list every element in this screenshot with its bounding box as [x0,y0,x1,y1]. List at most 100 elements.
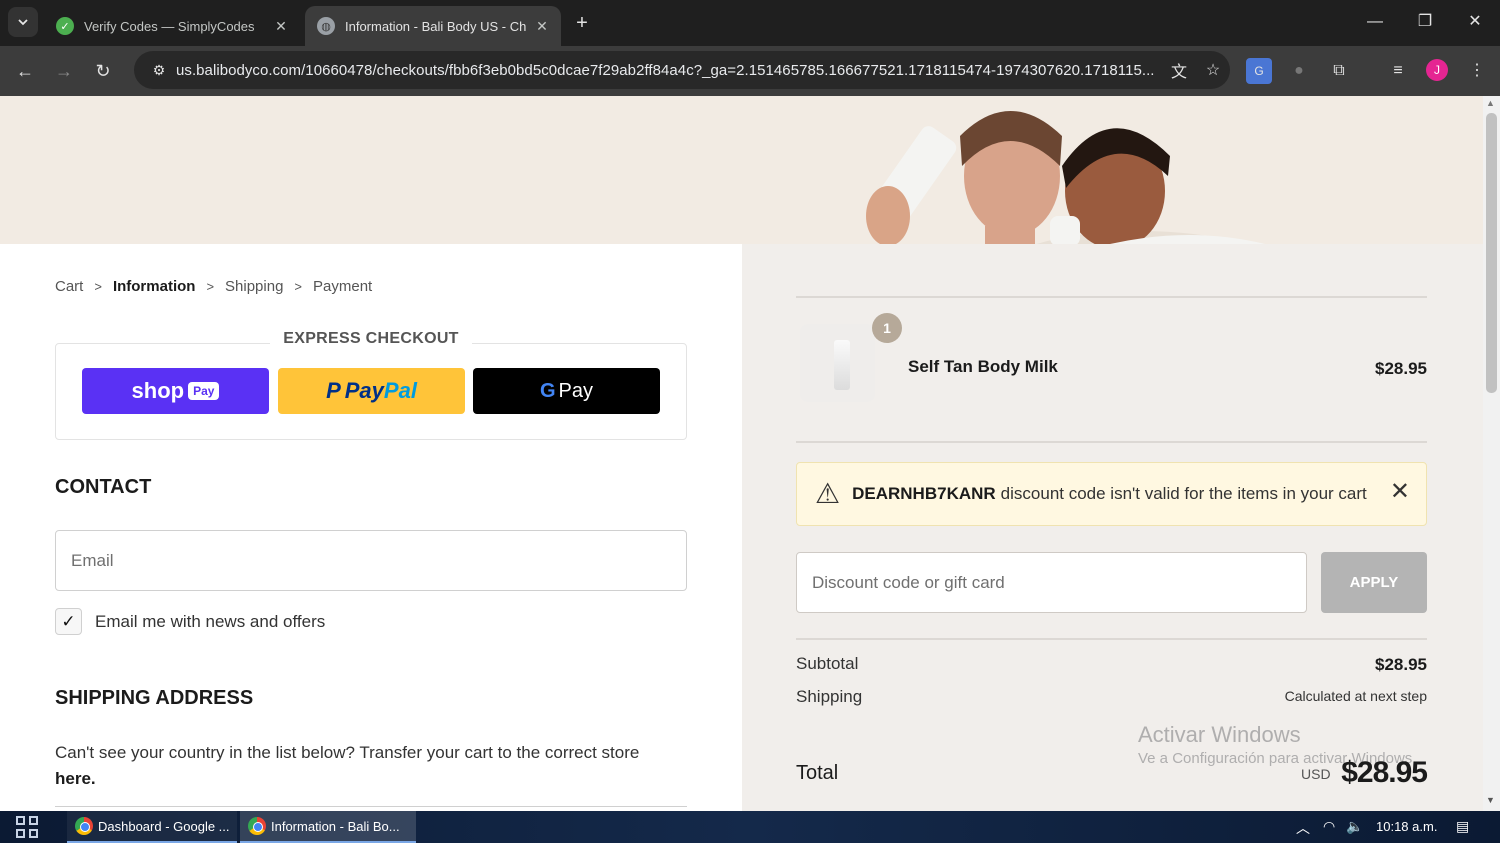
express-checkout-box: shop Pay P Pay Pal G Pay [55,343,687,440]
taskbar-item-dashboard[interactable]: Dashboard - Google ... [67,811,237,843]
product-price: $28.95 [1375,359,1427,378]
shop-pay-badge: Pay [188,382,220,400]
subtotal-value: $28.95 [1375,655,1427,674]
browser-toolbar: ← → ↻ ⚙ us.balibodyco.com/10660478/check… [0,46,1500,96]
breadcrumb-payment: Payment [313,278,373,295]
divider [796,638,1427,640]
windows-activation-title: Activar Windows [1138,722,1301,747]
extension-icon[interactable]: ● [1286,58,1312,84]
subtotal-label: Subtotal [796,654,859,673]
divider [796,296,1427,298]
extensions-puzzle-icon[interactable]: ⧉ [1326,58,1352,84]
notifications-icon[interactable]: ▤ [1456,818,1469,835]
express-checkout-title: EXPRESS CHECKOUT [270,330,472,348]
breadcrumb-information: Information [112,278,196,295]
breadcrumb: Cart > Information > Shipping > Payment [55,278,372,295]
newsletter-option[interactable]: ✓ Email me with news and offers [55,608,325,635]
chrome-icon [75,817,93,835]
close-tab-icon[interactable]: ✕ [270,18,292,35]
scrollbar-thumb[interactable] [1486,113,1497,393]
google-pay-button[interactable]: G Pay [473,368,660,414]
translate-icon[interactable]: 文 [1162,58,1196,82]
checkout-page: Cart > Information > Shipping > Payment … [0,96,1483,811]
tab-balibody[interactable]: ◍ Information - Bali Body US - Ch ✕ [305,6,561,46]
quantity-badge: 1 [872,313,902,343]
page-scrollbar[interactable]: ▲ ▼ [1483,96,1500,811]
hero-image [0,96,1483,244]
paypal-label-pay: Pay [344,378,384,403]
discount-error-alert: ⚠ DEARNHB7KANR discount code isn't valid… [796,462,1427,526]
tab-title: Verify Codes — SimplyCodes [84,18,255,34]
back-button[interactable]: ← [11,57,39,85]
transfer-store-link[interactable]: here. [55,769,96,788]
order-summary-column: 1 Self Tan Body Milk $28.95 ⚠ DEARNHB7KA… [742,244,1483,811]
total-currency: USD [1301,766,1331,782]
discount-code: DEARNHB7KANR [852,484,996,503]
discount-code-input[interactable] [796,552,1307,613]
divider [796,441,1427,443]
breadcrumb-cart[interactable]: Cart [55,278,83,295]
product-bottle-image [834,340,850,390]
scroll-down-icon[interactable]: ▼ [1486,795,1495,805]
taskbar-clock[interactable]: 10:18 a.m. [1376,819,1437,834]
windows-taskbar: Dashboard - Google ... Information - Bal… [0,811,1500,843]
contact-heading: CONTACT [55,476,152,498]
shop-pay-button[interactable]: shop Pay [82,368,269,414]
paypal-button[interactable]: P Pay Pal [278,368,465,414]
chevron-down-icon [18,19,28,26]
new-tab-button[interactable]: + [568,10,596,38]
menu-kebab-icon[interactable]: ⋮ [1464,58,1490,84]
profile-avatar[interactable]: J [1426,59,1448,81]
reload-button[interactable]: ↻ [89,57,117,85]
breadcrumb-shipping: Shipping [225,278,284,295]
chevron-right-icon: > [94,279,102,294]
tray-chevron-up-icon[interactable]: ︿ [1296,818,1310,838]
bookmark-star-icon[interactable]: ☆ [1196,60,1230,80]
total-label: Total [796,762,839,784]
close-window-button[interactable]: ✕ [1460,8,1490,38]
chrome-icon [248,817,266,835]
url-text[interactable]: us.balibodyco.com/10660478/checkouts/fbb… [176,62,1162,79]
chevron-right-icon: > [206,279,215,294]
tab-strip: ✓ Verify Codes — SimplyCodes ✕ ◍ Informa… [0,0,1500,46]
volume-muted-icon[interactable]: 🔈 [1346,818,1363,835]
tab-search-button[interactable] [8,7,38,37]
media-controls-icon[interactable]: ≡ [1385,58,1411,84]
discount-error-text: discount code isn't valid for the items … [1000,484,1367,503]
google-pay-label: Pay [558,379,594,402]
checkout-form-column: Cart > Information > Shipping > Payment … [0,244,742,811]
field-divider [55,806,687,807]
country-transfer-note: Can't see your country in the list below… [55,740,675,792]
hero-banner [0,96,1483,244]
close-icon[interactable]: ✕ [1390,477,1410,506]
taskbar-item-balibody[interactable]: Information - Bali Bo... [240,811,416,843]
warning-icon: ⚠ [815,478,841,509]
chevron-right-icon: > [294,279,303,294]
scroll-up-icon[interactable]: ▲ [1486,98,1495,108]
newsletter-checkbox[interactable]: ✓ [55,608,82,635]
start-button-icon[interactable] [16,816,40,840]
google-translate-extension-icon[interactable]: G [1246,58,1272,84]
restore-button[interactable]: ❐ [1410,8,1440,38]
wifi-icon[interactable]: ◠ [1323,818,1335,835]
product-name: Self Tan Body Milk [908,357,1058,376]
shop-pay-label: shop [131,378,185,403]
taskbar-item-label: Information - Bali Bo... [271,818,400,834]
total-value: $28.95 [1341,756,1428,789]
paypal-logo-icon: P [326,378,341,403]
minimize-button[interactable]: — [1360,8,1390,38]
email-field[interactable] [55,530,687,591]
apply-button[interactable]: APPLY [1321,552,1427,613]
shipping-value: Calculated at next step [1284,688,1427,704]
tab-title: Information - Bali Body US - Ch [345,18,527,34]
google-g-icon: G [539,379,556,402]
address-bar[interactable]: ⚙ us.balibodyco.com/10660478/checkouts/f… [134,51,1230,89]
paypal-label-pal: Pal [383,378,417,403]
country-transfer-text: Can't see your country in the list below… [55,743,640,762]
simplycodes-favicon-icon: ✓ [56,17,74,35]
site-info-icon[interactable]: ⚙ [142,62,176,79]
close-tab-icon[interactable]: ✕ [531,18,553,35]
browser-chrome: ✓ Verify Codes — SimplyCodes ✕ ◍ Informa… [0,0,1500,96]
forward-button[interactable]: → [50,57,78,85]
tab-simplycodes[interactable]: ✓ Verify Codes — SimplyCodes ✕ [44,6,300,46]
